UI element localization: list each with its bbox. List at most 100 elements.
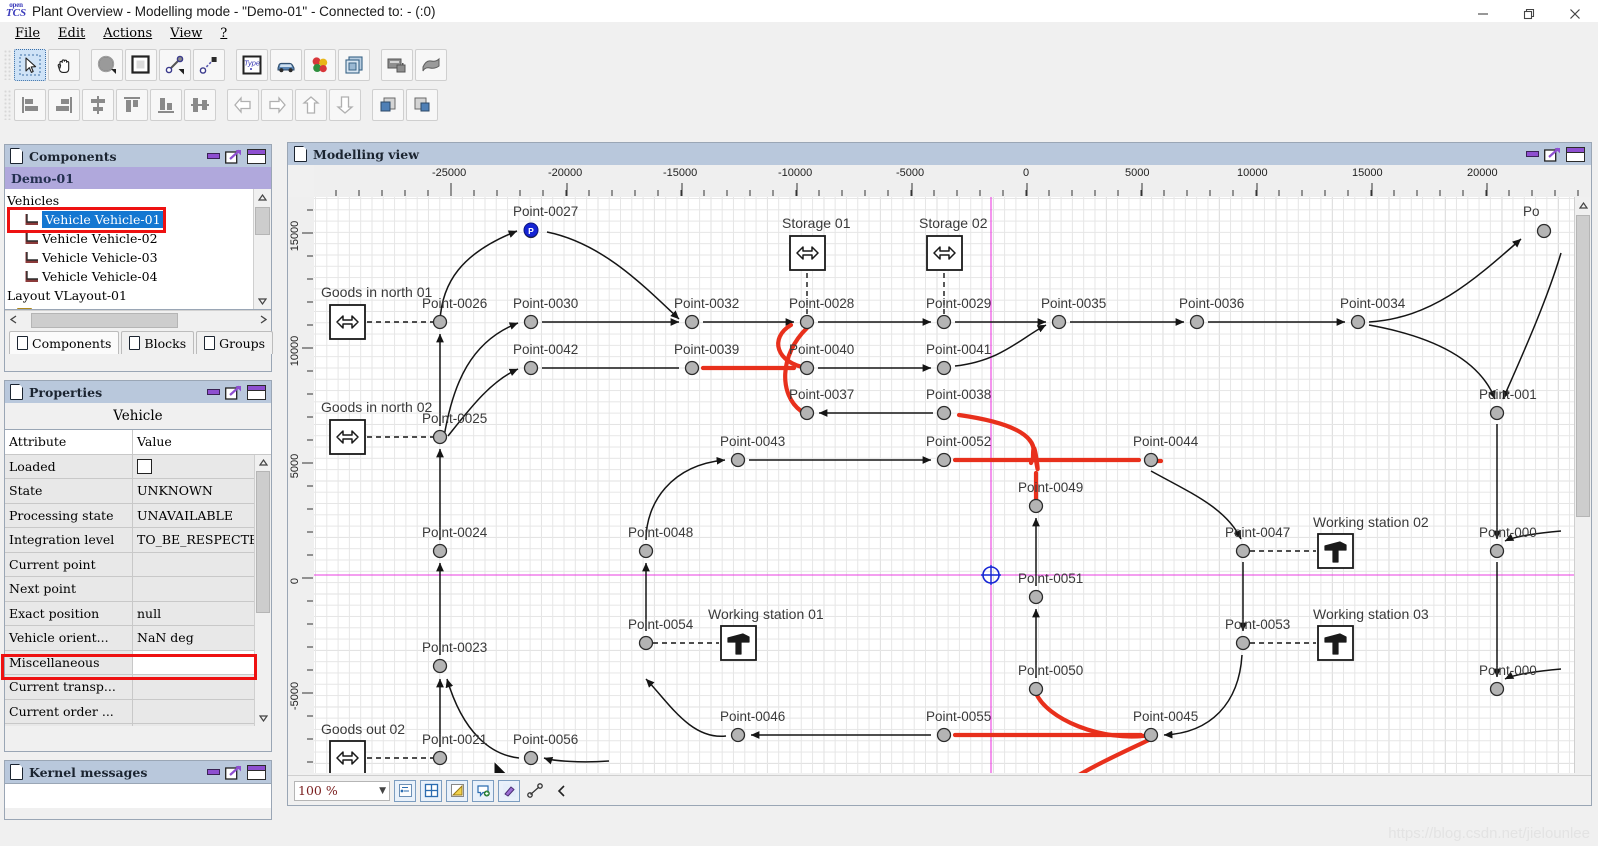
send-to-back-button[interactable] (406, 89, 438, 121)
miscellaneous-input[interactable] (133, 650, 271, 674)
components-tree-horizontal-scrollbar[interactable] (5, 310, 271, 328)
tree-item-vehicle-02[interactable]: Vehicle Vehicle-02 (7, 229, 254, 248)
row-value[interactable]: null (133, 601, 271, 625)
align-vertical-center-button[interactable] (184, 89, 216, 121)
row-value[interactable] (133, 675, 271, 699)
point-node[interactable] (799, 314, 815, 330)
create-location-tool-button[interactable] (91, 49, 123, 81)
vertical-ruler[interactable]: 15000 10000 5000 0 -5000 (288, 197, 315, 773)
panel-restore-icon[interactable] (1566, 146, 1585, 162)
toolbar-grip[interactable] (4, 90, 11, 120)
table-row[interactable]: Processing state UNAVAILABLE (5, 503, 271, 528)
table-row[interactable]: Vehicle orient... NaN deg (5, 626, 271, 651)
scroll-down-icon[interactable] (255, 710, 271, 726)
tree-item-vehicle-01[interactable]: Vehicle Vehicle-01 (7, 210, 254, 229)
plant-graph[interactable]: P Point-0027 Point-0026 Point-0030 Point… (314, 197, 1591, 773)
table-row-miscellaneous[interactable]: Miscellaneous (5, 650, 271, 675)
scroll-left-icon[interactable] (5, 312, 21, 327)
menu-view[interactable]: View (161, 25, 211, 42)
point-node[interactable] (1350, 314, 1366, 330)
location-goods-in-north-02[interactable] (329, 419, 366, 455)
layout-properties-tool-button[interactable] (381, 49, 413, 81)
table-row[interactable]: Exact position null (5, 601, 271, 626)
move-up-button[interactable] (295, 89, 327, 121)
toggle-ruler-button[interactable] (446, 779, 468, 802)
table-row[interactable]: Processable ca... (5, 724, 271, 726)
scroll-right-icon[interactable] (255, 312, 271, 327)
panel-float-icon[interactable] (225, 385, 242, 400)
kernel-messages-list[interactable] (5, 783, 271, 808)
point-node[interactable] (1189, 314, 1205, 330)
properties-vertical-scrollbar[interactable] (254, 454, 271, 726)
panel-float-icon[interactable] (225, 149, 242, 164)
create-path-tool-button[interactable] (159, 49, 191, 81)
location-goods-in-north-01[interactable] (329, 304, 366, 340)
point-node[interactable] (638, 543, 654, 559)
tab-components[interactable]: Components (9, 331, 120, 354)
table-row[interactable]: Loaded (5, 454, 271, 479)
menu-actions[interactable]: Actions (94, 25, 161, 42)
location-working-station-03[interactable] (1317, 625, 1354, 661)
point-node[interactable] (432, 314, 448, 330)
tree-item-points[interactable]: Points (7, 305, 254, 309)
model-tool-button[interactable] (415, 49, 447, 81)
menu-help[interactable]: ? (211, 25, 236, 42)
location-working-station-02[interactable] (1317, 533, 1354, 569)
tree-root-node[interactable]: Demo-01 (5, 167, 271, 189)
point-node[interactable] (1536, 223, 1552, 239)
align-horizontal-center-button[interactable] (82, 89, 114, 121)
point-node[interactable] (1051, 314, 1067, 330)
point-node[interactable] (799, 405, 815, 421)
point-node[interactable] (684, 314, 700, 330)
components-tree[interactable]: Vehicles Vehicle Vehicle-01 Vehicle Vehi… (5, 189, 254, 309)
toggle-paths-button[interactable] (498, 779, 520, 802)
collapse-statusbar-button[interactable] (550, 780, 572, 802)
point-node[interactable] (523, 360, 539, 376)
toggle-links-button[interactable] (524, 780, 546, 802)
point-node[interactable] (1028, 498, 1044, 514)
point-node[interactable] (936, 314, 952, 330)
table-row[interactable]: Current point (5, 552, 271, 577)
zoom-level-select[interactable]: 100 % ▼ (294, 780, 390, 801)
table-row[interactable]: Current transp... (5, 675, 271, 700)
point-node[interactable] (432, 750, 448, 766)
align-bottom-button[interactable] (150, 89, 182, 121)
align-right-button[interactable] (48, 89, 80, 121)
horizontal-ruler[interactable]: -25000 -20000 -15000 -10000 -5000 0 5000… (314, 165, 1591, 198)
tree-item-vehicles[interactable]: Vehicles (7, 191, 254, 210)
row-value[interactable] (133, 454, 271, 478)
panel-float-icon[interactable] (1544, 147, 1561, 162)
point-node[interactable] (1235, 543, 1251, 559)
plant-canvas-container[interactable]: P Point-0027 Point-0026 Point-0030 Point… (314, 197, 1591, 773)
scroll-down-icon[interactable] (254, 293, 271, 309)
toggle-labels-button[interactable] (394, 779, 416, 802)
panel-float-icon[interactable] (225, 765, 242, 780)
point-node[interactable] (1143, 727, 1159, 743)
point-node[interactable] (1489, 405, 1505, 421)
select-tool-button[interactable] (14, 49, 46, 81)
scroll-up-icon[interactable] (255, 454, 271, 471)
row-value[interactable]: TO_BE_RESPECTED (133, 528, 271, 552)
location-storage-01[interactable] (789, 235, 826, 271)
panel-restore-icon[interactable] (247, 384, 266, 400)
point-node[interactable] (1028, 681, 1044, 697)
table-row[interactable]: State UNKNOWN (5, 479, 271, 504)
point-node[interactable] (1489, 543, 1505, 559)
groups-tool-button[interactable] (338, 49, 370, 81)
point-node[interactable] (936, 405, 952, 421)
blocks-tool-button[interactable] (304, 49, 336, 81)
location-types-tool-button[interactable]: Type (236, 49, 268, 81)
point-node[interactable] (730, 727, 746, 743)
chevron-down-icon[interactable]: ▼ (379, 786, 386, 796)
components-tree-vertical-scrollbar[interactable] (253, 189, 271, 309)
create-point-tool-button[interactable] (125, 49, 157, 81)
bring-to-front-button[interactable] (372, 89, 404, 121)
panel-restore-icon[interactable] (247, 764, 266, 780)
location-working-station-01[interactable] (720, 625, 757, 661)
point-node[interactable] (1028, 589, 1044, 605)
tree-item-layout[interactable]: Layout VLayout-01 (7, 286, 254, 305)
location-goods-out-02[interactable] (329, 740, 366, 773)
tree-item-vehicle-03[interactable]: Vehicle Vehicle-03 (7, 248, 254, 267)
row-value[interactable]: UNAVAILABLE (133, 503, 271, 527)
canvas-vertical-scrollbar[interactable] (1574, 197, 1591, 773)
